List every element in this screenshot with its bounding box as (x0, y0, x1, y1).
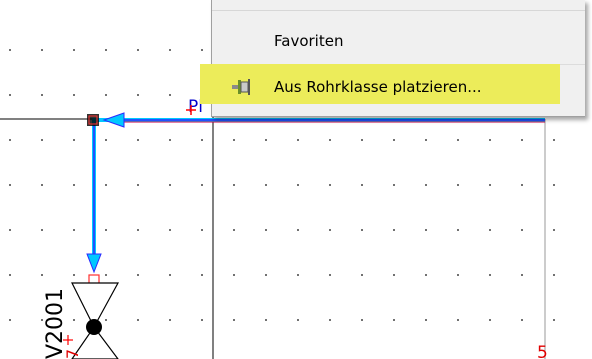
pipe-class-icon (232, 79, 250, 95)
valve-tag-suffix: 7 (63, 349, 82, 359)
valve-tag-label: V2001 (43, 288, 68, 359)
menu-item-favoriten[interactable]: Favoriten (212, 26, 585, 56)
flow-arrow-left-icon (102, 112, 125, 128)
context-menu: Favoriten Aus Rohrklasse platzieren... (200, 0, 585, 117)
menu-item-place-from-pipe-class[interactable]: Aus Rohrklasse platzieren... (200, 64, 585, 104)
menu-item-label: Aus Rohrklasse platzieren... (274, 78, 482, 96)
menu-item-label: Favoriten (274, 32, 344, 50)
flow-arrow-down-icon (86, 253, 102, 274)
valve-icon[interactable] (71, 282, 120, 359)
menu-separator (212, 10, 585, 11)
corner-marker: 5 (537, 343, 548, 359)
